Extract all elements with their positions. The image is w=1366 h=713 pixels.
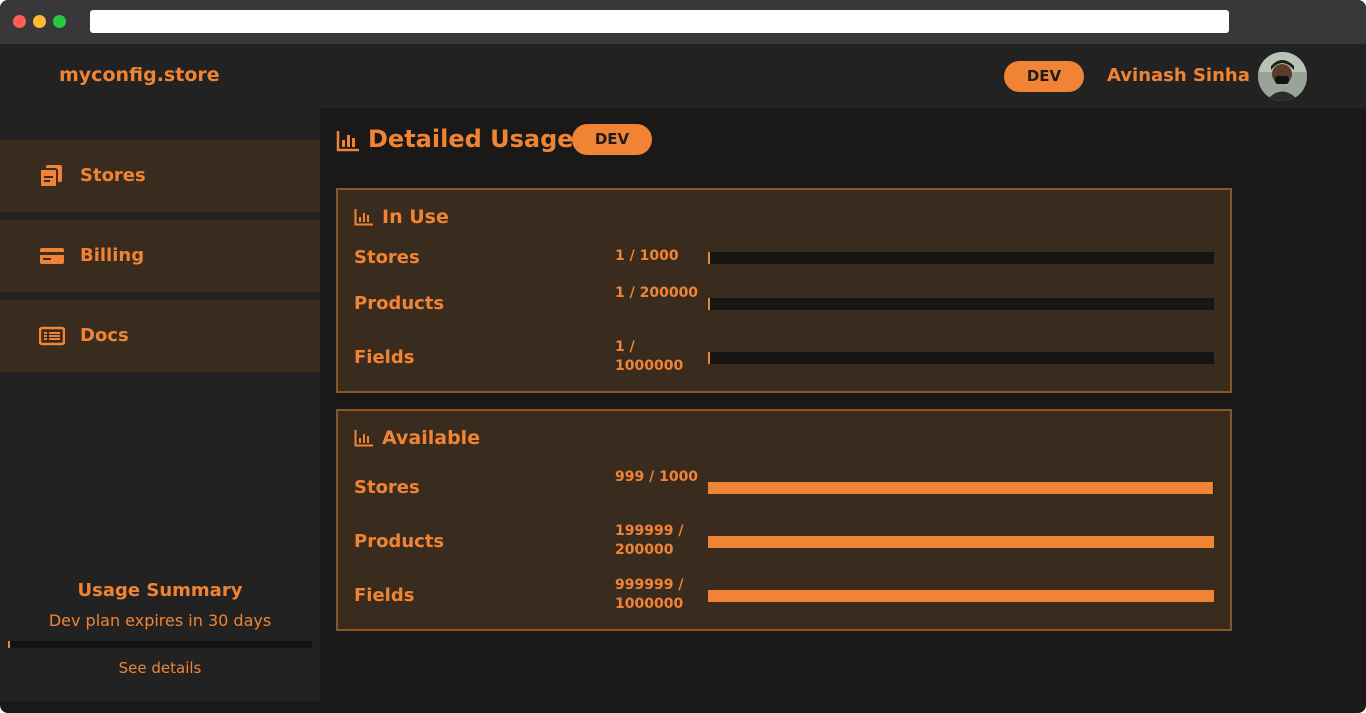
usage-bar	[708, 252, 1214, 264]
usage-progress-fill	[8, 641, 10, 648]
app-window: myconfig.store DEV Avinash Sinha Stores …	[0, 0, 1366, 713]
row-value: 199999 / 200000	[615, 523, 684, 558]
row-value: 1 / 1000	[615, 248, 679, 264]
bar-chart-icon	[354, 209, 374, 226]
row-label: Fields	[354, 347, 415, 368]
available-bar	[708, 590, 1214, 602]
in-use-card: In Use Stores 1 / 1000 Products 1 / 2000…	[336, 188, 1232, 393]
see-details-link[interactable]: See details	[0, 659, 320, 677]
env-badge[interactable]: DEV	[572, 124, 652, 155]
usage-bar	[708, 298, 1214, 310]
user-name[interactable]: Avinash Sinha	[1107, 65, 1250, 86]
stores-icon	[39, 164, 65, 188]
user-avatar-icon	[1258, 52, 1307, 101]
card-title: In Use	[382, 206, 449, 228]
row-label: Stores	[354, 247, 420, 268]
row-value: 1 / 1000000	[615, 339, 684, 374]
avatar[interactable]	[1258, 52, 1307, 101]
available-card: Available Stores 999 / 1000 Products 199…	[336, 409, 1232, 631]
minimize-window-button[interactable]	[33, 15, 46, 28]
usage-row-products: Products 1 / 200000	[338, 282, 1230, 322]
bar-chart-icon	[336, 130, 360, 152]
usage-bar-fill	[708, 352, 710, 364]
available-bar-fill	[708, 590, 1214, 602]
usage-summary-title: Usage Summary	[77, 580, 243, 601]
usage-row-stores: Stores 1 / 1000	[338, 236, 1230, 276]
row-value: 1 / 200000	[615, 285, 699, 301]
row-value: 999999 / 1000000	[615, 577, 684, 612]
page-title: Detailed Usage	[368, 125, 574, 153]
sidebar: Stores Billing Docs Usage Summary Dev pl…	[0, 108, 320, 702]
docs-icon	[39, 324, 65, 348]
row-label: Stores	[354, 477, 420, 498]
bar-chart-icon	[354, 430, 374, 447]
available-bar	[708, 536, 1214, 548]
usage-progress-bar	[8, 641, 312, 648]
credit-card-icon	[39, 244, 65, 268]
sidebar-item-label: Stores	[80, 165, 146, 186]
env-badge[interactable]: DEV	[1004, 61, 1084, 92]
usage-bar-fill	[708, 298, 710, 310]
top-header: myconfig.store DEV Avinash Sinha	[0, 44, 1366, 108]
available-bar-fill	[708, 536, 1214, 548]
available-bar	[708, 482, 1214, 494]
usage-bar-fill	[708, 252, 710, 264]
usage-row-fields: Fields 1 / 1000000	[338, 336, 1230, 376]
usage-bar	[708, 352, 1214, 364]
maximize-window-button[interactable]	[53, 15, 66, 28]
browser-chrome	[0, 0, 1366, 44]
row-label: Fields	[354, 585, 415, 606]
row-label: Products	[354, 531, 445, 552]
plan-expiry-text: Dev plan expires in 30 days	[48, 611, 272, 630]
address-bar[interactable]	[90, 10, 1229, 33]
sidebar-item-label: Docs	[80, 325, 129, 346]
sidebar-item-billing[interactable]: Billing	[0, 220, 320, 292]
main-content: Detailed Usage DEV In Use Stores 1 / 100…	[320, 108, 1366, 702]
available-row-products: Products 199999 / 200000	[338, 520, 1230, 560]
row-label: Products	[354, 293, 445, 314]
sidebar-item-stores[interactable]: Stores	[0, 140, 320, 212]
available-row-stores: Stores 999 / 1000	[338, 466, 1230, 506]
available-row-fields: Fields 999999 / 1000000	[338, 574, 1230, 614]
sidebar-item-docs[interactable]: Docs	[0, 300, 320, 372]
close-window-button[interactable]	[13, 15, 26, 28]
brand-logo[interactable]: myconfig.store	[59, 64, 220, 86]
available-bar-fill	[708, 482, 1214, 494]
sidebar-item-label: Billing	[80, 245, 145, 266]
row-value: 999 / 1000	[615, 469, 699, 485]
card-title: Available	[382, 427, 481, 449]
